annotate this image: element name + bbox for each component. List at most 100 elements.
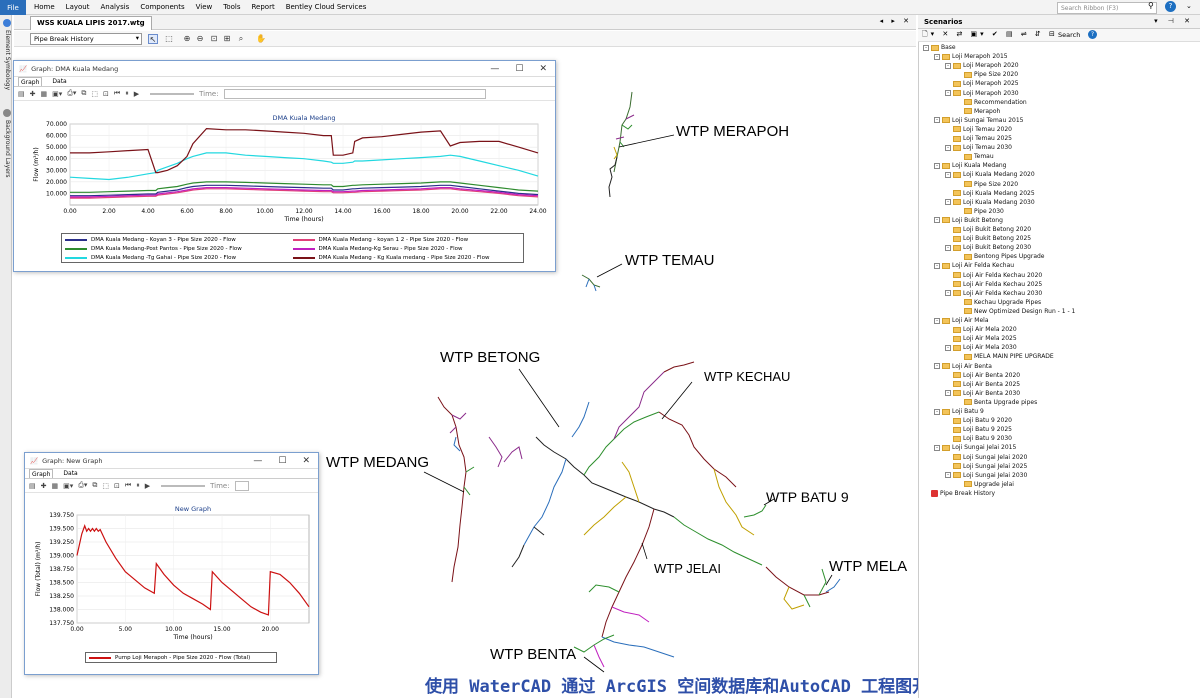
collapse-toggle-icon[interactable]: -	[945, 199, 951, 206]
scenario-tree-item[interactable]: Loji Merapoh 2025	[945, 80, 1019, 87]
copy-icon[interactable]: ⧉	[92, 481, 97, 490]
collapse-toggle-icon[interactable]: -	[934, 117, 940, 124]
scenario-tree-item[interactable]: Kechau Upgrade Pipes	[956, 299, 1041, 306]
maximize-icon[interactable]: ☐	[515, 64, 523, 74]
scenario-tree-item[interactable]: Loji Sungai Jelai 2025	[945, 463, 1027, 470]
zoom-previous-icon[interactable]: ⊞	[222, 34, 232, 44]
ribbon-search-input[interactable]: Search Ribbon (F3)	[1057, 2, 1157, 14]
scenario-tree-item[interactable]: Loji Batu 9 2030	[945, 435, 1012, 442]
maximize-icon[interactable]: ☐	[278, 456, 286, 466]
scenario-tree-item[interactable]: Loji Temau 2025	[945, 135, 1012, 142]
collapse-toggle-icon[interactable]: -	[945, 390, 951, 397]
scenario-tool-icons[interactable]: 🗋▾ ✕ ⇄ ▣▾ ✔ ▤ ⇌ ⇵ ⊟	[922, 30, 1058, 41]
collapse-toggle-icon[interactable]: -	[934, 53, 940, 60]
scenario-tree-item[interactable]: - Loji Air Mela 2030	[945, 344, 1017, 351]
collapse-toggle-icon[interactable]: -	[945, 90, 951, 96]
scenario-tree-item[interactable]: - Loji Kuala Medang	[934, 162, 1006, 169]
time-input[interactable]	[223, 88, 486, 99]
scenario-tree-item[interactable]: - Loji Merapoh 2030	[945, 90, 1019, 97]
collapse-toggle-icon[interactable]: -	[934, 217, 940, 224]
menu-layout[interactable]: Layout	[66, 3, 90, 11]
scenario-tree-item[interactable]: Loji Air Benta 2020	[945, 372, 1020, 379]
scenario-tree-item[interactable]: MELA MAIN PIPE UPGRADE	[956, 353, 1054, 360]
scenario-tree-item[interactable]: - Loji Air Mela	[934, 317, 989, 324]
pan-hand-icon[interactable]: ✋	[256, 34, 266, 44]
chevron-down-icon[interactable]: ⌄	[1186, 2, 1192, 10]
menu-components[interactable]: Components	[140, 3, 184, 11]
zoom-dropdown-icon[interactable]: ⌕	[236, 34, 246, 44]
collapse-toggle-icon[interactable]: -	[934, 262, 940, 269]
scenario-tree-item[interactable]: Recommendation	[956, 99, 1027, 106]
scenario-tree-item[interactable]: - Loji Merapoh 2015	[934, 53, 1008, 60]
collapse-toggle-icon[interactable]: -	[934, 408, 940, 415]
chart-options-icon[interactable]: ▣▾	[52, 90, 62, 98]
tab-element-symbology[interactable]: Element Symbology	[1, 17, 11, 103]
tab-data[interactable]: Data	[61, 469, 79, 478]
play-icon[interactable]: ▶	[134, 90, 139, 98]
zoom-reset-icon[interactable]: ⊡	[103, 90, 109, 98]
label-wtp-batu9[interactable]: WTP BATU 9	[766, 489, 849, 505]
scenario-tree-item[interactable]: Loji Air Felda Kechau 2025	[945, 281, 1042, 288]
collapse-toggle-icon[interactable]: -	[934, 162, 940, 169]
scenario-tree-item[interactable]: - Loji Sungai Jelai 2015	[934, 444, 1016, 451]
scenario-tree-item[interactable]: Loji Batu 9 2020	[945, 417, 1012, 424]
scenario-select[interactable]: Pipe Break History ▾	[30, 33, 142, 45]
pause-icon[interactable]: ⏸	[125, 89, 129, 98]
print-icon[interactable]: ⎙▾	[67, 89, 76, 98]
scenario-tree-item[interactable]: - Base	[923, 44, 956, 51]
close-icon[interactable]: ✕	[302, 456, 310, 466]
copy-icon[interactable]: ⧉	[81, 89, 86, 98]
tab-background-layers[interactable]: Background Layers	[1, 107, 11, 191]
scenario-tree-item[interactable]: - Loji Sungai Jelai 2030	[945, 472, 1027, 479]
tab-graph[interactable]: Graph	[29, 469, 54, 478]
scenario-tree-item[interactable]: Upgrade jelai	[956, 481, 1014, 488]
document-tab[interactable]: WSS KUALA LIPIS 2017.wtg	[30, 16, 152, 30]
document-window-controls[interactable]: ◂ ▸ ✕	[880, 17, 912, 25]
open-icon[interactable]: ▤	[18, 90, 25, 98]
zoom-reset-icon[interactable]: ⊡	[114, 482, 120, 490]
open-icon[interactable]: ▤	[29, 482, 36, 490]
scenario-tree-item[interactable]: - Loji Kuala Medang 2020	[945, 171, 1035, 178]
time-slider[interactable]	[150, 92, 195, 95]
scenario-tree-item[interactable]: - Loji Air Benta 2030	[945, 390, 1020, 397]
scenario-tree-item[interactable]: - Loji Air Benta	[934, 363, 992, 370]
help-icon[interactable]: ?	[1088, 30, 1097, 39]
collapse-toggle-icon[interactable]: -	[934, 317, 940, 324]
scenario-tree-item[interactable]: - Loji Bukit Betong 2030	[945, 244, 1031, 251]
print-icon[interactable]: ⎙▾	[78, 481, 87, 490]
scenario-tree-item[interactable]: Loji Temau 2020	[945, 126, 1012, 133]
menu-tools[interactable]: Tools	[223, 3, 240, 11]
scenario-tree-item[interactable]: - Loji Temau 2030	[945, 144, 1012, 151]
scenario-tree-item[interactable]: - Loji Kuala Medang 2030	[945, 199, 1035, 206]
collapse-toggle-icon[interactable]: -	[945, 62, 951, 69]
label-wtp-merapoh[interactable]: WTP MERAPOH	[676, 123, 789, 140]
collapse-toggle-icon[interactable]: -	[945, 244, 951, 251]
scenario-tree-item[interactable]: Loji Air Mela 2020	[945, 326, 1017, 333]
collapse-toggle-icon[interactable]: -	[934, 444, 940, 451]
time-input[interactable]	[234, 480, 249, 491]
menu-report[interactable]: Report	[251, 3, 274, 11]
time-slider[interactable]	[161, 484, 206, 487]
scenario-tree-item[interactable]: - Loji Air Felda Kechau 2030	[945, 290, 1042, 297]
scenario-tree-item[interactable]: Merapoh	[956, 108, 1000, 115]
scenario-search-button[interactable]: Search	[1058, 31, 1080, 39]
tab-data[interactable]: Data	[50, 77, 68, 86]
scenario-tree-item[interactable]: Loji Sungai Jelai 2020	[945, 454, 1027, 461]
scenario-tree-item[interactable]: Pipe Size 2020	[956, 71, 1018, 78]
zoom-window-icon[interactable]: ⬚	[102, 482, 109, 490]
help-icon[interactable]: ?	[1165, 1, 1176, 12]
label-wtp-betong[interactable]: WTP BETONG	[440, 349, 540, 366]
chart-options-icon[interactable]: ▣▾	[63, 482, 73, 490]
collapse-toggle-icon[interactable]: -	[945, 344, 951, 351]
minimize-icon[interactable]: —	[490, 64, 499, 74]
collapse-toggle-icon[interactable]: -	[945, 171, 951, 178]
collapse-toggle-icon[interactable]: -	[945, 144, 951, 151]
scenario-tree-item[interactable]: Bentong Pipes Upgrade	[956, 253, 1045, 260]
scenario-tree-item[interactable]: Loji Bukit Betong 2025	[945, 235, 1031, 242]
label-wtp-kechau[interactable]: WTP KECHAU	[704, 369, 790, 384]
close-icon[interactable]: ✕	[539, 64, 547, 74]
collapse-toggle-icon[interactable]: -	[923, 44, 929, 51]
collapse-toggle-icon[interactable]: -	[934, 363, 940, 369]
graph-window-dma[interactable]: 📈 Graph: DMA Kuala Medang — ☐ ✕ Graph Data…	[13, 60, 556, 272]
minimize-icon[interactable]: —	[253, 456, 262, 466]
